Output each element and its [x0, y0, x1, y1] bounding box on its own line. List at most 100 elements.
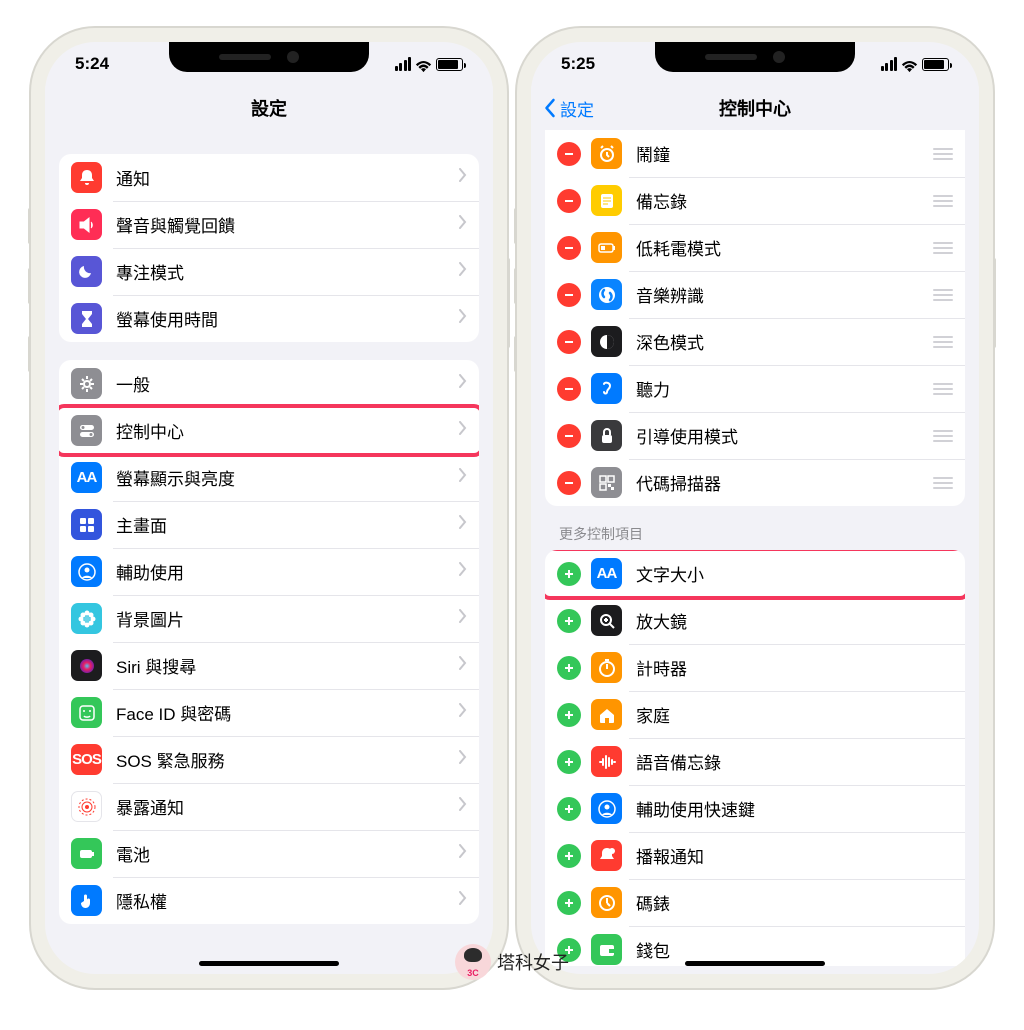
watermark-text: 塔科女子 [497, 949, 569, 975]
settings-row[interactable]: 主畫面 [59, 501, 479, 548]
back-button[interactable]: 設定 [543, 96, 594, 121]
control-row: 輔助使用快速鍵 [545, 785, 965, 832]
moon-icon [71, 256, 102, 287]
status-time: 5:24 [75, 54, 109, 74]
remove-button[interactable] [557, 142, 581, 166]
page-title: 設定 [251, 95, 287, 121]
home-indicator[interactable] [199, 961, 339, 966]
row-label: 輔助使用 [116, 559, 459, 584]
section-header-more: 更多控制項目 [559, 524, 951, 544]
drag-handle-icon[interactable] [933, 242, 953, 254]
home-indicator[interactable] [685, 961, 825, 966]
drag-handle-icon[interactable] [933, 430, 953, 442]
row-label: 音樂辨識 [636, 282, 925, 307]
content-right[interactable]: 鬧鐘備忘錄低耗電模式音樂辨識深色模式聽力引導使用模式代碼掃描器 更多控制項目 A… [531, 130, 979, 966]
chevron-right-icon [459, 262, 467, 281]
remove-button[interactable] [557, 236, 581, 260]
settings-row[interactable]: 輔助使用 [59, 548, 479, 595]
row-label: 放大鏡 [636, 608, 953, 633]
status-indicators [395, 57, 464, 71]
settings-row[interactable]: Siri 與搜尋 [59, 642, 479, 689]
add-button[interactable] [557, 750, 581, 774]
face-icon [71, 697, 102, 728]
row-label: 背景圖片 [116, 606, 459, 631]
add-button[interactable] [557, 844, 581, 868]
control-row: 碼錶 [545, 879, 965, 926]
row-label: 電池 [116, 841, 459, 866]
settings-group-1: 通知聲音與觸覺回饋專注模式螢幕使用時間 [59, 154, 479, 342]
control-row: 語音備忘錄 [545, 738, 965, 785]
row-label: 錢包 [636, 937, 953, 962]
toggles-icon [71, 415, 102, 446]
drag-handle-icon[interactable] [933, 336, 953, 348]
chevron-right-icon [459, 609, 467, 628]
control-row: AA 文字大小 [545, 550, 965, 597]
AA-icon: AA [71, 462, 102, 493]
chevron-right-icon [459, 309, 467, 328]
row-label: 計時器 [636, 655, 953, 680]
control-row: 播報通知 [545, 832, 965, 879]
battery-icon [922, 58, 949, 71]
batt-icon [71, 838, 102, 869]
row-label: 通知 [116, 165, 459, 190]
add-button[interactable] [557, 703, 581, 727]
chevron-right-icon [459, 421, 467, 440]
drag-handle-icon[interactable] [933, 195, 953, 207]
settings-row[interactable]: 專注模式 [59, 248, 479, 295]
row-label: 輔助使用快速鍵 [636, 796, 953, 821]
remove-button[interactable] [557, 424, 581, 448]
chevron-right-icon [459, 168, 467, 187]
mag-icon [591, 605, 622, 636]
row-label: 碼錶 [636, 890, 953, 915]
nav-header: 設定 [45, 86, 493, 130]
settings-row[interactable]: 暴露通知 [59, 783, 479, 830]
drag-handle-icon[interactable] [933, 289, 953, 301]
add-button[interactable] [557, 609, 581, 633]
screen-right: 5:25 設定 控制中心 鬧鐘備忘錄低耗電模式音樂辨識深色模式聽力引導使用模式代… [531, 42, 979, 974]
row-label: 文字大小 [636, 561, 953, 586]
add-button[interactable] [557, 891, 581, 915]
watermark-avatar-icon [455, 944, 491, 980]
row-label: 低耗電模式 [636, 235, 925, 260]
row-label: 代碼掃描器 [636, 470, 925, 495]
settings-row[interactable]: 控制中心 [59, 407, 479, 454]
settings-row[interactable]: AA 螢幕顯示與亮度 [59, 454, 479, 501]
chevron-right-icon [459, 562, 467, 581]
add-button[interactable] [557, 656, 581, 680]
remove-button[interactable] [557, 189, 581, 213]
dark-icon [591, 326, 622, 357]
row-label: 備忘錄 [636, 188, 925, 213]
person-icon [71, 556, 102, 587]
notch [169, 42, 369, 72]
settings-row[interactable]: 隱私權 [59, 877, 479, 924]
settings-row[interactable]: 一般 [59, 360, 479, 407]
row-label: 聲音與觸覺回饋 [116, 212, 459, 237]
remove-button[interactable] [557, 330, 581, 354]
settings-row[interactable]: 電池 [59, 830, 479, 877]
SOS-icon: SOS [71, 744, 102, 775]
more-controls-group: AA文字大小放大鏡計時器家庭語音備忘錄輔助使用快速鍵播報通知碼錶錢包 [545, 550, 965, 966]
control-row: 低耗電模式 [545, 224, 965, 271]
settings-row[interactable]: 背景圖片 [59, 595, 479, 642]
lock-icon [591, 420, 622, 451]
drag-handle-icon[interactable] [933, 477, 953, 489]
settings-row[interactable]: 聲音與觸覺回饋 [59, 201, 479, 248]
drag-handle-icon[interactable] [933, 383, 953, 395]
drag-handle-icon[interactable] [933, 148, 953, 160]
remove-button[interactable] [557, 471, 581, 495]
settings-row[interactable]: 螢幕使用時間 [59, 295, 479, 342]
AA-icon: AA [591, 558, 622, 589]
row-label: 控制中心 [116, 418, 459, 443]
content-left[interactable]: 通知聲音與觸覺回饋專注模式螢幕使用時間 一般控制中心 AA 螢幕顯示與亮度主畫面輔助… [45, 130, 493, 966]
settings-row[interactable]: Face ID 與密碼 [59, 689, 479, 736]
settings-row[interactable]: SOSSOS 緊急服務 [59, 736, 479, 783]
settings-row[interactable]: 通知 [59, 154, 479, 201]
back-label: 設定 [560, 96, 594, 121]
remove-button[interactable] [557, 377, 581, 401]
row-label: 螢幕顯示與亮度 [116, 465, 459, 490]
control-row: 放大鏡 [545, 597, 965, 644]
control-row: 引導使用模式 [545, 412, 965, 459]
add-button[interactable] [557, 562, 581, 586]
add-button[interactable] [557, 797, 581, 821]
remove-button[interactable] [557, 283, 581, 307]
